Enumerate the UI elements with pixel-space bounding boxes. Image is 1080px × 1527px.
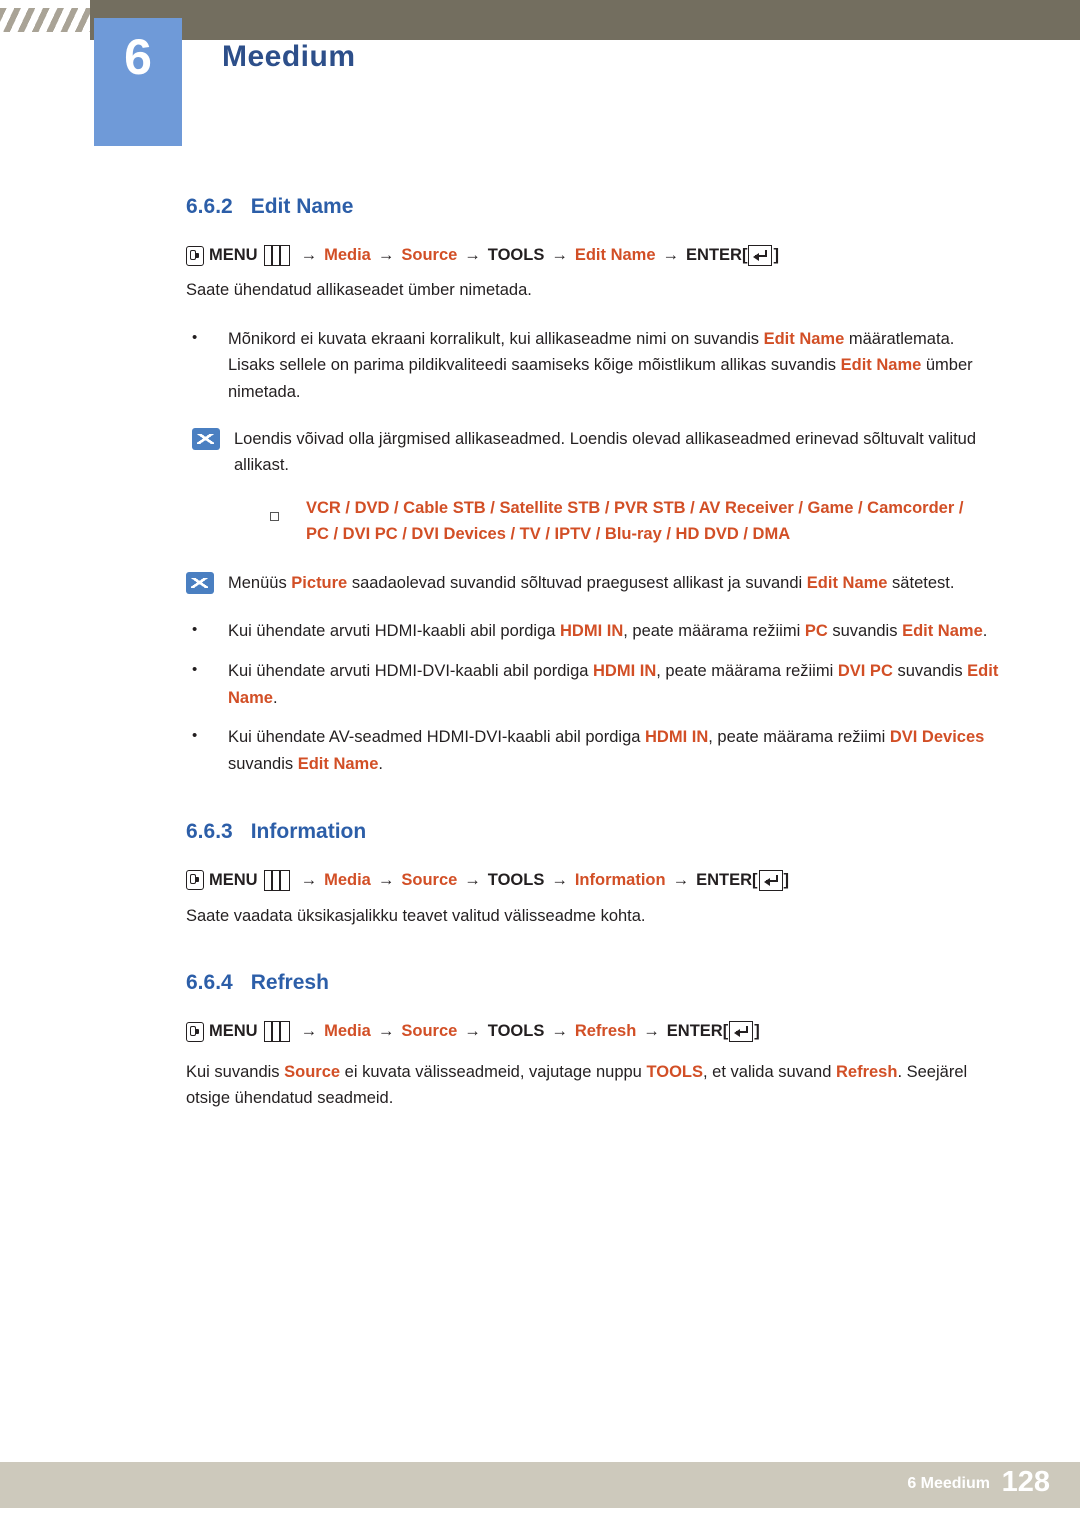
menu-label: MENU bbox=[209, 1022, 258, 1041]
enter-key-icon bbox=[748, 245, 773, 266]
section-heading-edit-name: 6.6.2 Edit Name bbox=[186, 195, 1080, 219]
device-list-line-2: PC / DVI PC / DVI Devices / TV / IPTV / … bbox=[306, 525, 791, 544]
menu-path-edit-name: MENU → Media → Source → TOOLS → Edit Nam… bbox=[186, 245, 1080, 266]
path-arrow: → bbox=[300, 246, 318, 264]
path-item-tools: TOOLS bbox=[487, 870, 545, 889]
bullet-text: Kui ühendate arvuti HDMI-kaabli abil por… bbox=[228, 622, 988, 641]
device-list: VCR / DVD / Cable STB / Satellite STB / … bbox=[306, 495, 1010, 548]
path-arrow: → bbox=[377, 246, 395, 264]
path-item-edit-name: Edit Name bbox=[574, 246, 656, 264]
sub-list-item-devices: VCR / DVD / Cable STB / Satellite STB / … bbox=[270, 495, 1010, 548]
footer-chapter-label: 6 Meedium bbox=[907, 1475, 990, 1492]
section-intro-edit-name: Saate ühendatud allikaseadet ümber nimet… bbox=[186, 281, 532, 299]
chapter-number-badge: 6 bbox=[94, 18, 182, 146]
path-arrow: → bbox=[551, 870, 568, 889]
path-arrow: → bbox=[551, 1022, 568, 1041]
header-hatch-decoration bbox=[0, 8, 90, 32]
section-number: 6.6.2 bbox=[186, 195, 233, 218]
note-text: Loendis võivad olla järgmised allikasead… bbox=[234, 429, 977, 475]
section-number: 6.6.3 bbox=[186, 819, 233, 843]
enter-key-icon bbox=[729, 1021, 754, 1043]
path-item-media: Media bbox=[324, 1022, 371, 1041]
bullet-marker bbox=[186, 326, 228, 406]
bracket-open: [ bbox=[752, 870, 758, 889]
bracket-open: [ bbox=[741, 246, 748, 264]
section-heading-refresh: 6.6.4 Refresh bbox=[186, 971, 1080, 995]
section-title: Refresh bbox=[250, 971, 329, 995]
section-title: Edit Name bbox=[250, 195, 354, 218]
bullet-text: Kui ühendate AV-seadmed HDMI-DVI-kaabli … bbox=[228, 728, 985, 774]
page-footer: 6 Meedium 128 bbox=[0, 1462, 1080, 1508]
path-item-tools: TOOLS bbox=[487, 1022, 545, 1041]
header-bar bbox=[90, 0, 1080, 40]
section-body-refresh: Kui suvandis Source ei kuvata välisseadm… bbox=[186, 1063, 968, 1108]
menu-label: MENU bbox=[209, 870, 258, 889]
bracket-close: ] bbox=[783, 870, 790, 889]
path-arrow: → bbox=[464, 1022, 481, 1041]
menu-path-refresh: MENU → Media → Source → TOOLS → Refresh … bbox=[186, 1021, 1080, 1043]
hand-press-icon bbox=[186, 870, 204, 891]
path-enter-label: ENTER bbox=[666, 1022, 723, 1041]
hand-press-icon bbox=[186, 245, 204, 266]
path-item-media: Media bbox=[324, 870, 371, 889]
note-icon bbox=[192, 427, 220, 450]
note-text: Menüüs Picture saadaolevad suvandid sõlt… bbox=[228, 573, 955, 592]
path-arrow: → bbox=[300, 870, 318, 889]
bullet-text: Kui ühendate arvuti HDMI-DVI-kaabli abil… bbox=[228, 662, 999, 707]
path-arrow: → bbox=[672, 870, 690, 889]
list-item: Mõnikord ei kuvata ekraani korralikult, … bbox=[186, 326, 991, 406]
bullet-marker bbox=[186, 724, 228, 777]
menu-grid-icon bbox=[263, 245, 290, 266]
path-arrow: → bbox=[377, 870, 395, 889]
section-intro-information: Saate vaadata üksikasjalikku teavet vali… bbox=[186, 906, 646, 925]
path-arrow: → bbox=[662, 246, 680, 264]
list-item: Kui ühendate arvuti HDMI-kaabli abil por… bbox=[186, 618, 996, 645]
menu-grid-icon bbox=[263, 869, 290, 891]
path-item-refresh: Refresh bbox=[574, 1022, 637, 1041]
section-title: Information bbox=[250, 819, 367, 843]
path-arrow: → bbox=[464, 870, 481, 889]
bullet-marker bbox=[186, 658, 228, 711]
bullet-text: Mõnikord ei kuvata ekraani korralikult, … bbox=[228, 329, 973, 401]
bracket-close: ] bbox=[754, 1022, 760, 1041]
path-arrow: → bbox=[464, 246, 481, 264]
path-item-tools: TOOLS bbox=[487, 246, 545, 264]
path-item-source: Source bbox=[401, 870, 458, 889]
chapter-title: Meedium bbox=[222, 40, 356, 73]
note-block-picture-menu: Menüüs Picture saadaolevad suvandid sõlt… bbox=[186, 570, 998, 596]
path-item-source: Source bbox=[401, 1022, 458, 1041]
note-block-device-list: Loendis võivad olla järgmised allikasead… bbox=[192, 426, 992, 479]
bullet-marker bbox=[186, 618, 228, 645]
list-item: Kui ühendate arvuti HDMI-DVI-kaabli abil… bbox=[186, 658, 1031, 711]
section-heading-information: 6.6.3 Information bbox=[186, 820, 1080, 844]
device-list-line-1: VCR / DVD / Cable STB / Satellite STB / … bbox=[306, 498, 964, 517]
hand-press-icon bbox=[186, 1021, 204, 1042]
sub-bullet-marker bbox=[270, 495, 306, 548]
section-number: 6.6.4 bbox=[186, 971, 233, 995]
path-enter-label: ENTER bbox=[696, 870, 753, 889]
path-arrow: → bbox=[551, 246, 568, 264]
menu-path-information: MENU → Media → Source → TOOLS → Informat… bbox=[186, 869, 1080, 891]
bracket-open: [ bbox=[722, 1022, 729, 1041]
path-item-source: Source bbox=[401, 246, 458, 264]
path-arrow: → bbox=[300, 1022, 318, 1041]
list-item: Kui ühendate AV-seadmed HDMI-DVI-kaabli … bbox=[186, 724, 1031, 777]
path-item-information: Information bbox=[574, 870, 666, 889]
path-item-media: Media bbox=[324, 246, 371, 264]
page-content: 6.6.2 Edit Name MENU → Media → Source → T… bbox=[0, 195, 1080, 1112]
path-arrow: → bbox=[643, 1022, 660, 1041]
path-enter-label: ENTER bbox=[686, 246, 742, 264]
page-number: 128 bbox=[1001, 1466, 1050, 1498]
path-arrow: → bbox=[377, 1022, 395, 1041]
enter-key-icon bbox=[758, 869, 783, 891]
menu-grid-icon bbox=[263, 1021, 290, 1043]
note-icon bbox=[186, 571, 214, 594]
menu-label: MENU bbox=[209, 246, 258, 264]
bracket-close: ] bbox=[773, 246, 779, 264]
